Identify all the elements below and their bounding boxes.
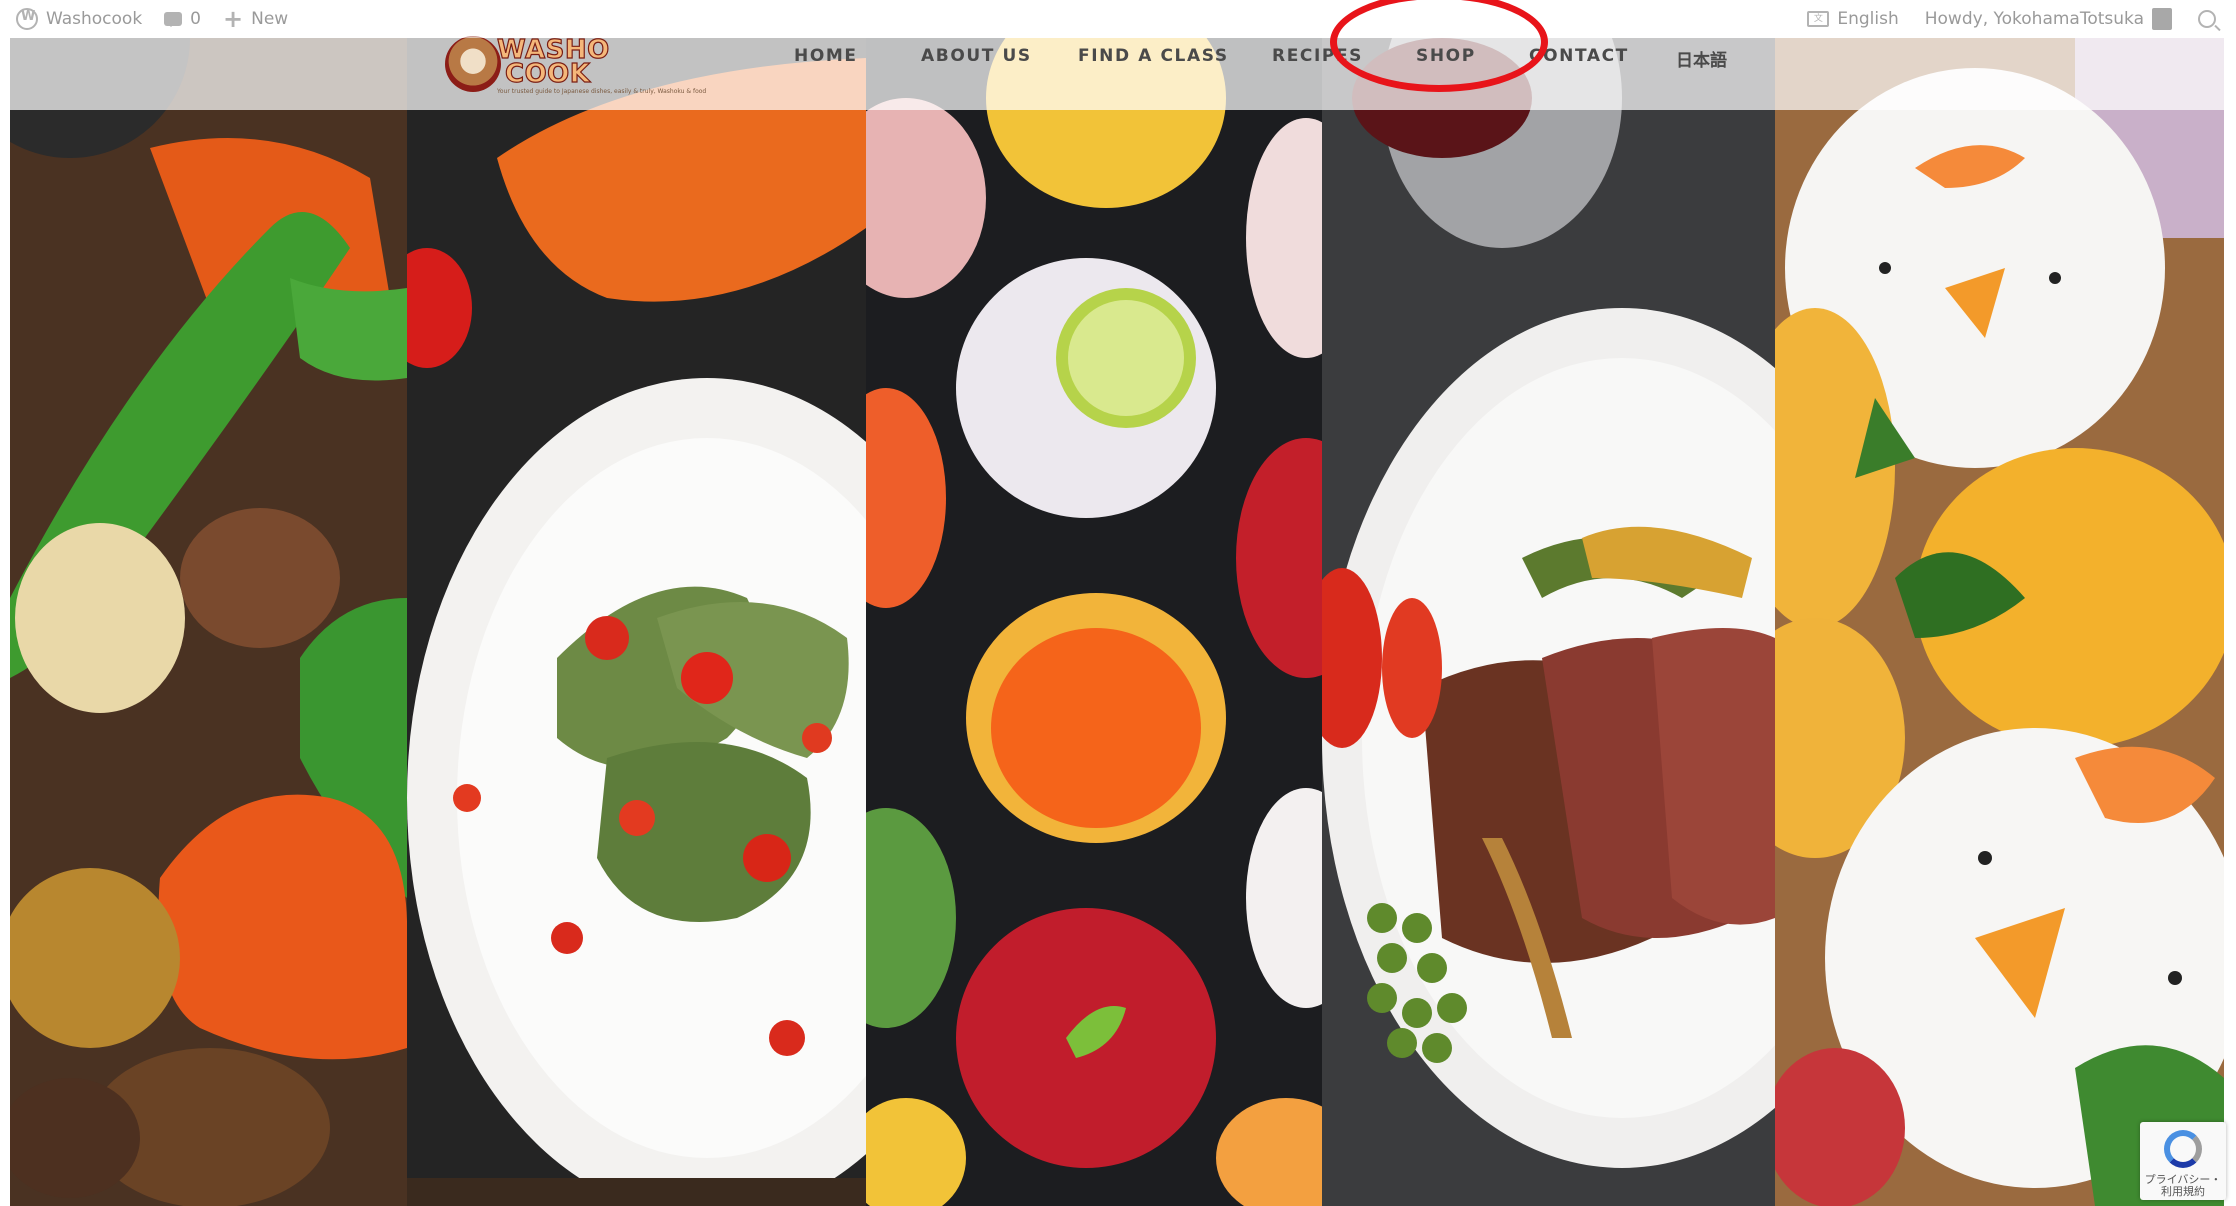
greeting-label: Howdy, YokohamaTotsuka xyxy=(1924,9,2144,29)
chick-rice-balls-image xyxy=(1775,38,2224,1206)
site-logo[interactable]: WASHO COOK Your trusted guide to Japanes… xyxy=(435,32,706,102)
nav-about-us[interactable]: ABOUT US xyxy=(921,46,1032,66)
wordpress-icon xyxy=(16,8,38,30)
recaptcha-badge[interactable]: プライバシー・利用規約 xyxy=(2140,1122,2226,1200)
translate-icon: 文 xyxy=(1807,11,1830,27)
new-content-link[interactable]: + New xyxy=(223,7,288,31)
plus-icon: + xyxy=(223,5,244,33)
hero-panel-chick-rice-balls xyxy=(1775,38,2224,1206)
site-name: Washocook xyxy=(46,9,143,29)
avatar xyxy=(2152,8,2172,30)
roast-beef-image xyxy=(1322,38,1775,1206)
hero-panel-nikujaga xyxy=(10,38,407,1206)
language-label: English xyxy=(1837,9,1899,29)
new-label: New xyxy=(251,9,289,29)
ravioli-image xyxy=(407,38,866,1206)
recaptcha-text: プライバシー・利用規約 xyxy=(2144,1173,2222,1198)
logo-word-cook: COOK xyxy=(504,59,591,89)
admin-bar: Washocook 0 + New 文 English Howdy, Yokoh… xyxy=(10,0,2224,38)
nikujaga-image xyxy=(10,38,407,1206)
logo-tagline: Your trusted guide to Japanese dishes, e… xyxy=(497,88,707,95)
hero-panel-temari-sushi xyxy=(866,38,1322,1206)
site-name-link[interactable]: Washocook xyxy=(16,8,142,30)
hero-panel-ravioli xyxy=(407,38,866,1206)
nav-japanese[interactable]: 日本語 xyxy=(1676,46,1727,71)
comment-count: 0 xyxy=(190,9,201,29)
comment-icon xyxy=(164,12,183,27)
admin-search-button[interactable] xyxy=(2198,10,2216,28)
nav-home[interactable]: HOME xyxy=(794,46,858,66)
temari-sushi-image xyxy=(866,38,1322,1206)
nav-find-a-class[interactable]: FIND A CLASS xyxy=(1078,46,1229,66)
logo-chef-icon xyxy=(445,36,501,92)
site-header: WASHO COOK Your trusted guide to Japanes… xyxy=(10,36,2224,110)
hero-panel-roast-beef xyxy=(1322,38,1775,1206)
language-switcher[interactable]: 文 English xyxy=(1807,9,1899,29)
search-icon xyxy=(2198,10,2216,28)
recaptcha-icon xyxy=(2164,1130,2202,1168)
comments-link[interactable]: 0 xyxy=(164,9,201,29)
account-menu[interactable]: Howdy, YokohamaTotsuka xyxy=(1925,8,2172,30)
